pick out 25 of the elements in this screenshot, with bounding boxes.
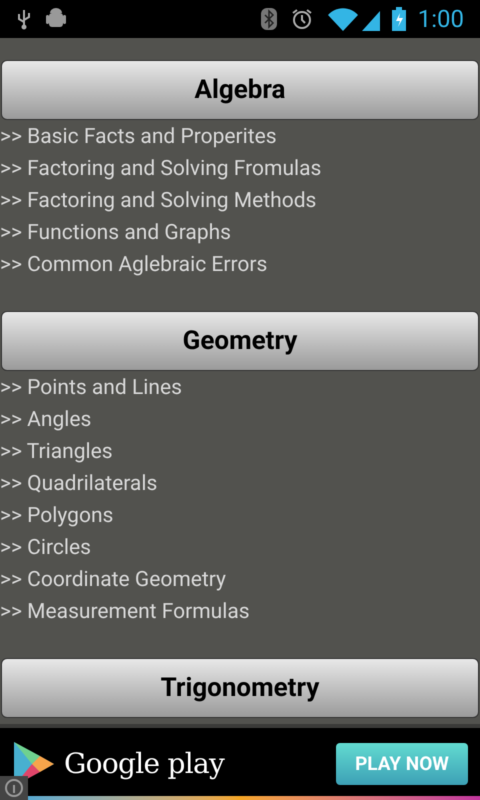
section-header[interactable]: Trigonometry [1, 658, 479, 718]
battery-icon [392, 7, 406, 31]
topic-link[interactable]: >> Points and Lines [0, 372, 480, 404]
topic-link[interactable]: >> Circles [0, 532, 480, 564]
ad-banner[interactable]: Google play PLAY NOW [0, 724, 480, 800]
topic-link[interactable]: >> Basic Facts and Properites [0, 121, 480, 153]
topic-link[interactable]: >> Factoring and Solving Methods [0, 185, 480, 217]
topic-link[interactable]: >> Coordinate Geometry [0, 564, 480, 596]
wifi-signal-icon [326, 7, 380, 31]
usb-icon [16, 8, 32, 30]
topic-link[interactable]: >> Measurement Formulas [0, 596, 480, 628]
topic-link[interactable]: >> Polygons [0, 500, 480, 532]
section-header[interactable]: Geometry [1, 311, 479, 371]
topic-link[interactable]: >> Common Aglebraic Errors [0, 249, 480, 281]
alarm-icon [290, 7, 314, 31]
ad-brand: Google play [64, 746, 224, 782]
info-icon[interactable] [0, 776, 28, 800]
clock-time: 1:00 [418, 4, 464, 35]
topic-link[interactable]: >> Functions and Graphs [0, 217, 480, 249]
topic-link[interactable]: >> Factoring and Solving Fromulas [0, 153, 480, 185]
topic-link[interactable]: >> Quadrilaterals [0, 468, 480, 500]
topic-link[interactable]: >> Triangles [0, 436, 480, 468]
topic-link[interactable]: >> Angles [0, 404, 480, 436]
bluetooth-icon [260, 7, 278, 31]
section-header[interactable]: Algebra [1, 60, 479, 120]
